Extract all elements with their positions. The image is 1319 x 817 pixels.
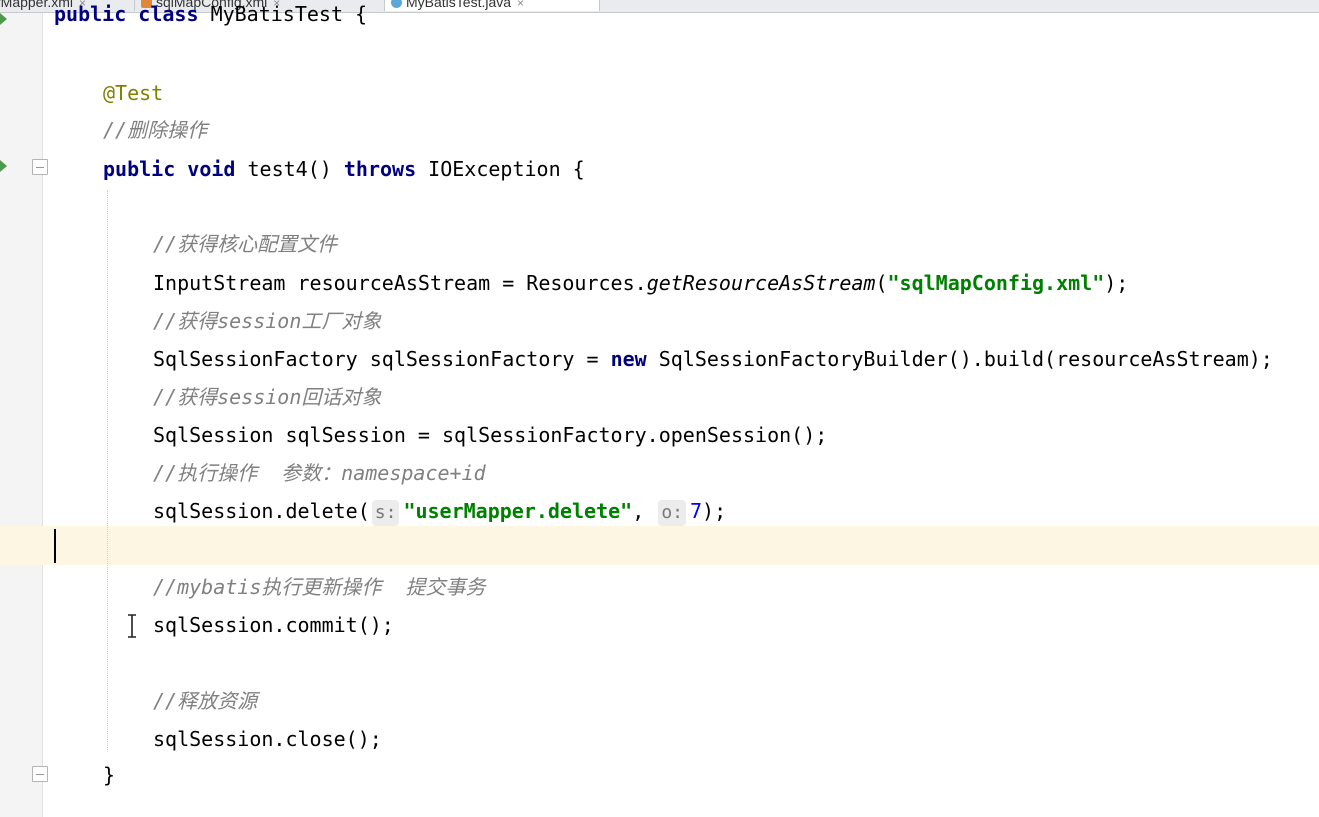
string-literal: "userMapper.delete": [403, 499, 633, 523]
code-line-comment[interactable]: //删除操作: [103, 117, 207, 143]
code-line-comment[interactable]: //执行操作 参数：namespace+id: [153, 460, 486, 486]
exception-type: IOException {: [428, 157, 585, 181]
code-text: }: [103, 763, 116, 787]
keyword: throws: [343, 157, 417, 181]
code-line-comment[interactable]: //获得session回话对象: [153, 384, 381, 410]
code-line-closing-brace[interactable]: }: [103, 762, 115, 788]
keyword: new: [610, 347, 647, 371]
code-line-input-stream[interactable]: InputStream resourceAsStream = Resources…: [153, 270, 1128, 296]
code-text: SqlSessionFactory sqlSessionFactory =: [153, 347, 611, 371]
code-text: );: [702, 499, 727, 523]
run-arrow-icon[interactable]: [0, 13, 7, 25]
code-line-comment[interactable]: //释放资源: [153, 688, 257, 714]
indent-guide: [107, 190, 108, 752]
code-line-close[interactable]: sqlSession.close();: [153, 726, 382, 752]
static-method: getResourceAsStream: [646, 271, 876, 295]
java-class-icon: [391, 0, 402, 8]
annotation: @Test: [103, 81, 164, 105]
code-line-class-decl[interactable]: public class MyBatisTest {: [54, 1, 367, 27]
keyword: public: [103, 157, 176, 181]
text-caret: [54, 529, 56, 563]
code-text: InputStream resourceAsStream = Resources…: [153, 271, 647, 295]
code-text: (: [875, 271, 888, 295]
parameter-hint: o:: [658, 500, 686, 526]
tab-mybatistest-java[interactable]: MyBatisTest.java ×: [385, 0, 600, 11]
code-line-comment[interactable]: //mybatis执行更新操作 提交事务: [153, 574, 485, 600]
comment: //获得核心配置文件: [153, 232, 338, 256]
comment: //获得session工厂对象: [153, 309, 382, 333]
method-name: test4(): [247, 157, 332, 181]
editor-gutter[interactable]: [0, 13, 43, 817]
code-line-comment[interactable]: //获得session工厂对象: [153, 308, 381, 334]
code-line-method-decl[interactable]: public void test4() throws IOException {: [103, 156, 585, 182]
code-line-annotation[interactable]: @Test: [103, 80, 163, 106]
code-text: sqlSession.close();: [153, 727, 382, 751]
class-name: MyBatisTest {: [210, 2, 368, 26]
code-line-session-factory[interactable]: SqlSessionFactory sqlSessionFactory = ne…: [153, 346, 1273, 372]
fold-icon[interactable]: [32, 159, 48, 175]
keyword: class: [138, 2, 199, 26]
code-text: );: [1104, 271, 1129, 295]
text-cursor-icon: [128, 614, 136, 638]
code-line-open-session[interactable]: SqlSession sqlSession = sqlSessionFactor…: [153, 422, 827, 448]
code-text: SqlSessionFactoryBuilder().build(resourc…: [646, 347, 1273, 371]
keyword: public: [54, 2, 127, 26]
parameter-hint: s:: [371, 500, 400, 526]
comment: //执行操作 参数：namespace+id: [153, 461, 486, 485]
run-arrow-icon[interactable]: [0, 160, 7, 172]
string-literal: "sqlMapConfig.xml": [887, 271, 1105, 295]
fold-icon[interactable]: [32, 766, 48, 782]
code-text: sqlSession.commit();: [153, 613, 394, 637]
code-line-comment[interactable]: //获得核心配置文件: [153, 231, 337, 257]
close-icon[interactable]: ×: [517, 0, 524, 10]
keyword: void: [187, 157, 236, 181]
code-text: SqlSession sqlSession = sqlSessionFactor…: [153, 423, 828, 447]
comment: //删除操作: [103, 118, 208, 142]
number-literal: 7: [690, 499, 703, 523]
code-line-delete[interactable]: sqlSession.delete(s: "userMapper.delete",…: [153, 498, 726, 526]
code-line-commit[interactable]: sqlSession.commit();: [153, 612, 394, 638]
comment: //获得session回话对象: [153, 385, 382, 409]
tab-label: MyBatisTest.java: [406, 0, 512, 10]
current-line-highlight: [0, 526, 1319, 565]
code-text: sqlSession.delete(: [153, 499, 370, 523]
comment: //mybatis执行更新操作 提交事务: [153, 575, 486, 599]
comment: //释放资源: [153, 689, 258, 713]
code-text: ,: [632, 499, 657, 523]
